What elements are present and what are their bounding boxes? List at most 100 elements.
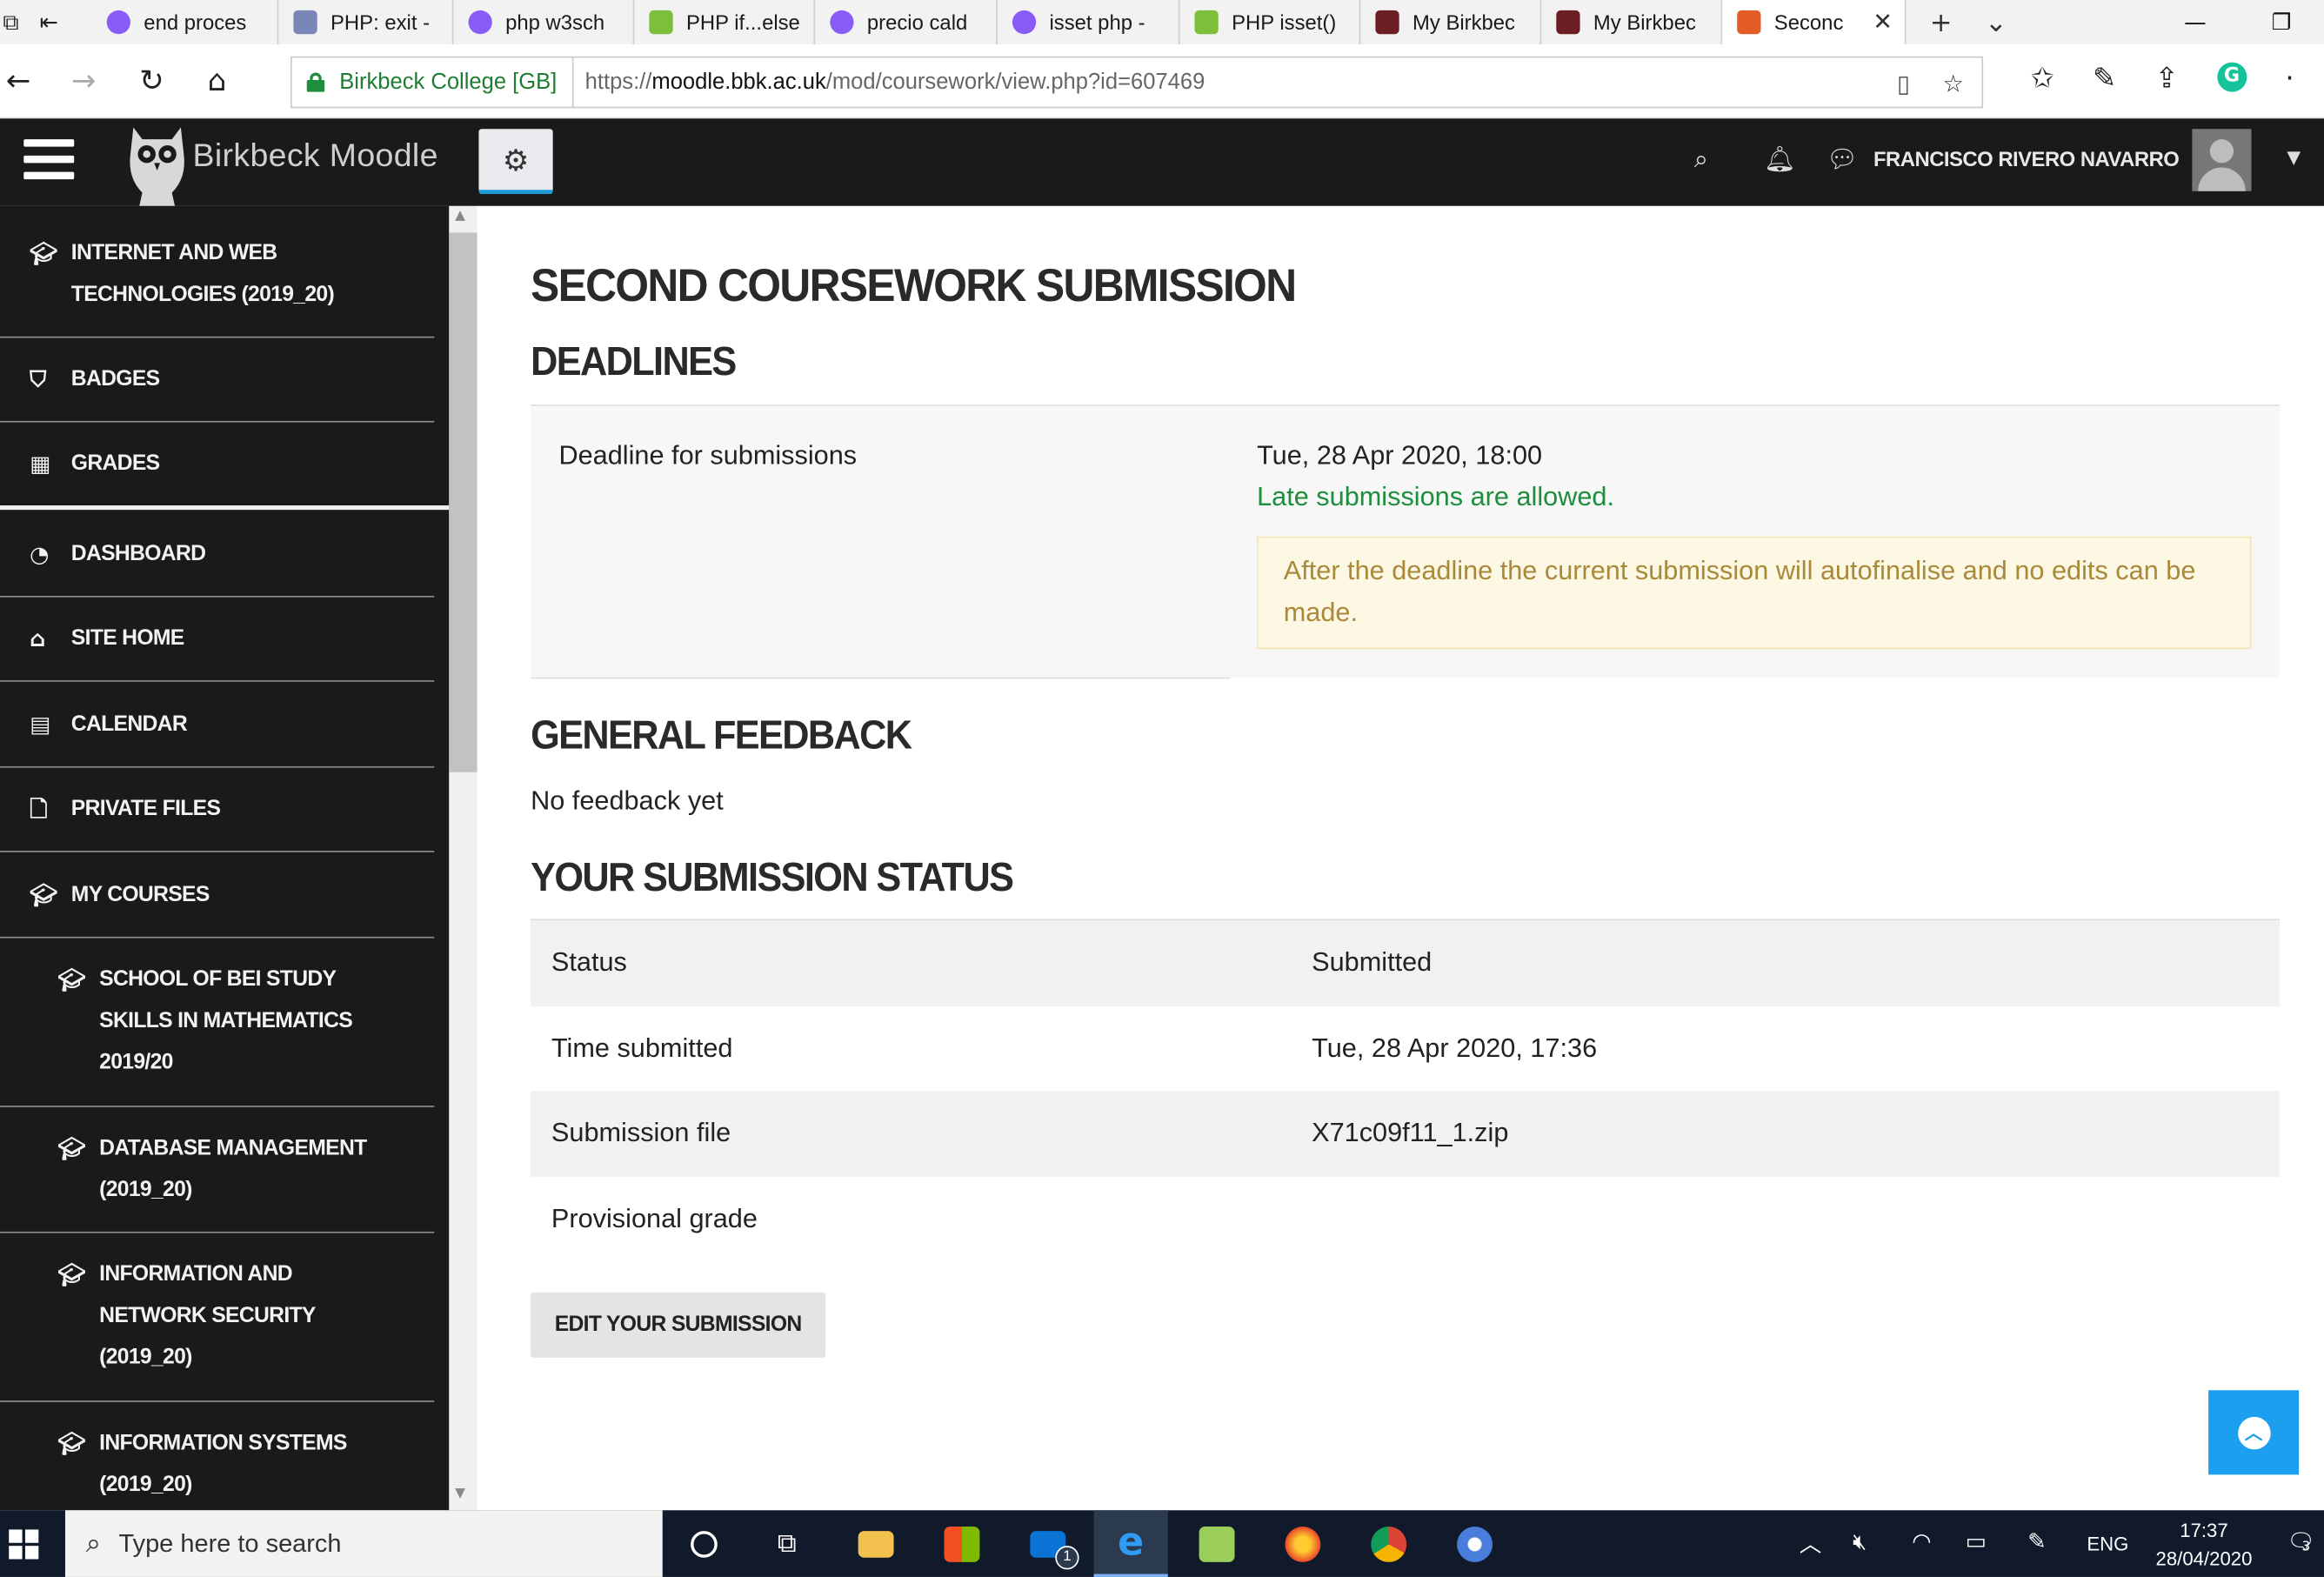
back-to-top-button[interactable]: ︿ bbox=[2208, 1390, 2300, 1475]
store-icon[interactable] bbox=[925, 1510, 998, 1577]
page-title: SECOND COURSEWORK SUBMISSION bbox=[531, 259, 1297, 311]
hamburger-menu-icon[interactable] bbox=[23, 139, 75, 181]
sidebar-item-course[interactable]: 🎓︎ INFORMATION AND NETWORK SECURITY (201… bbox=[0, 1233, 435, 1402]
close-tab-icon[interactable]: ✕ bbox=[1873, 8, 1893, 36]
system-clock[interactable]: 17:37 28/04/2020 bbox=[2152, 1516, 2255, 1573]
scroll-up-icon[interactable]: ▲ bbox=[455, 209, 465, 224]
new-tab-icon[interactable]: + bbox=[1930, 7, 1953, 38]
tab-list-chevron-down-icon[interactable]: ⌄ bbox=[1985, 7, 2007, 38]
sidebar-item-badges[interactable]: ⛉ BADGES bbox=[0, 337, 435, 423]
chrome-icon[interactable] bbox=[1352, 1510, 1426, 1577]
user-menu-chevron-down-icon[interactable]: ▼ bbox=[2287, 147, 2301, 168]
chromium-icon[interactable] bbox=[1438, 1510, 1512, 1577]
scroll-down-icon[interactable]: ▼ bbox=[455, 1487, 465, 1501]
back-icon[interactable]: ← bbox=[6, 63, 31, 98]
url-text[interactable]: https://moodle.bbk.ac.uk/mod/coursework/… bbox=[573, 70, 1205, 95]
tab-title: PHP: exit - bbox=[331, 10, 431, 35]
volume-muted-icon[interactable]: 🔇︎ bbox=[1853, 1528, 1867, 1555]
browser-tab[interactable]: PHP if...else bbox=[634, 0, 816, 45]
browser-tab[interactable]: My Birkbec bbox=[1541, 0, 1723, 45]
task-view-icon[interactable]: ⧉ bbox=[750, 1510, 824, 1577]
site-identity[interactable]: Birkbeck College [GB] bbox=[339, 56, 574, 109]
sidebar-item-label: DATABASE MANAGEMENT (2019_20) bbox=[99, 1136, 367, 1202]
favorites-icon[interactable]: ✩ bbox=[2031, 63, 2054, 95]
deadline-date: Tue, 28 Apr 2020, 18:00 bbox=[1257, 440, 1543, 471]
sidebar-item-current-course[interactable]: 🎓︎ INTERNET AND WEB TECHNOLOGIES (2019_2… bbox=[0, 206, 435, 338]
site-brand[interactable]: Birkbeck Moodle bbox=[193, 137, 438, 175]
late-submission-note: Late submissions are allowed. bbox=[1257, 481, 1615, 511]
browser-tab[interactable]: My Birkbec bbox=[1360, 0, 1542, 45]
pen-icon[interactable]: ✎ bbox=[2093, 63, 2116, 95]
notification-center-icon[interactable]: 🗨︎ 3 bbox=[2287, 1528, 2314, 1555]
notification-count: 3 bbox=[2301, 1540, 2311, 1555]
tab-title: isset php - bbox=[1049, 10, 1145, 35]
grammarly-icon[interactable]: G bbox=[2216, 62, 2247, 92]
tray-chevron-up-icon[interactable]: ︿ bbox=[1800, 1528, 1822, 1560]
browser-tab[interactable]: PHP isset() bbox=[1179, 0, 1361, 45]
browser-toolbar: ✩ ✎ ⇪ G · bbox=[2031, 62, 2294, 95]
sidebar-item-label: INTERNET AND WEB TECHNOLOGIES (2019_20) bbox=[70, 241, 335, 307]
battery-icon[interactable]: ▭ bbox=[1966, 1528, 1987, 1555]
url-field[interactable]: Birkbeck College [GB] https://moodle.bbk… bbox=[290, 56, 1984, 109]
refresh-icon[interactable]: ↻ bbox=[139, 63, 164, 98]
tab-preview-icon[interactable]: ⇤ bbox=[40, 9, 58, 36]
notification-bell-icon[interactable]: 🔔︎ bbox=[1764, 145, 1796, 175]
edit-submission-button[interactable]: EDIT YOUR SUBMISSION bbox=[531, 1292, 826, 1358]
sidebar-item-calendar[interactable]: ▤ CALENDAR bbox=[0, 682, 435, 768]
tab-favicon-icon bbox=[468, 10, 492, 35]
browser-tab[interactable]: php w3sch bbox=[453, 0, 635, 45]
browser-tab-active[interactable]: Seconc ✕ bbox=[1722, 0, 1907, 45]
user-name[interactable]: FRANCISCO RIVERO NAVARRO bbox=[1873, 147, 2180, 170]
firefox-icon[interactable] bbox=[1266, 1510, 1339, 1577]
file-explorer-icon[interactable] bbox=[839, 1510, 913, 1577]
browser-tab[interactable]: PHP: exit - bbox=[278, 0, 454, 45]
browser-tab[interactable]: isset php - bbox=[998, 0, 1180, 45]
settings-gear-button[interactable]: ⚙ bbox=[478, 129, 553, 195]
favorite-star-icon[interactable]: ☆ bbox=[1942, 70, 1963, 97]
minimize-icon[interactable]: — bbox=[2184, 9, 2207, 36]
sidebar-item-label: SCHOOL OF BEI STUDY SKILLS IN MATHEMATIC… bbox=[99, 967, 353, 1075]
sidebar-item-label: INFORMATION SYSTEMS (2019_20) bbox=[99, 1431, 347, 1497]
sidebar-item-label: GRADES bbox=[70, 451, 160, 476]
search-icon[interactable]: ⌕ bbox=[1694, 145, 1708, 175]
sidebar-item-private-files[interactable]: 🗋 PRIVATE FILES bbox=[0, 768, 435, 852]
sidebar-item-dashboard[interactable]: ◔ DASHBOARD bbox=[0, 511, 435, 598]
taskbar-search-input[interactable]: ⌕ Type here to search bbox=[64, 1510, 663, 1577]
tab-set-aside-icon[interactable]: ⧉ bbox=[3, 9, 18, 36]
more-icon[interactable]: · bbox=[2285, 63, 2294, 95]
sidebar-item-course[interactable]: 🎓︎ DATABASE MANAGEMENT (2019_20) bbox=[0, 1107, 435, 1233]
graduation-cap-icon: 🎓︎ bbox=[30, 240, 57, 267]
tab-favicon-icon bbox=[1737, 10, 1761, 35]
messages-icon[interactable]: 💬︎ bbox=[1826, 145, 1858, 175]
sidebar-item-course[interactable]: 🎓︎ SCHOOL OF BEI STUDY SKILLS IN MATHEMA… bbox=[0, 939, 435, 1107]
sidebar-scrollbar-thumb[interactable] bbox=[449, 232, 477, 772]
sidebar-item-my-courses[interactable]: 🎓︎ MY COURSES bbox=[0, 852, 435, 939]
language-indicator[interactable]: ENG bbox=[2087, 1533, 2128, 1555]
edge-icon[interactable]: e bbox=[1093, 1510, 1168, 1577]
notepad-icon[interactable] bbox=[1179, 1510, 1253, 1577]
cortana-icon[interactable] bbox=[667, 1510, 741, 1577]
submission-file-link[interactable]: X71c09f11_1.zip bbox=[1312, 1118, 1508, 1149]
forward-icon[interactable]: → bbox=[71, 63, 97, 98]
avatar[interactable] bbox=[2192, 129, 2252, 191]
tab-title: php w3sch bbox=[505, 10, 605, 35]
window-controls: — ❐ bbox=[2184, 0, 2324, 44]
sidebar-nav: 🎓︎ INTERNET AND WEB TECHNOLOGIES (2019_2… bbox=[0, 205, 450, 1511]
pen-workspace-icon[interactable]: ✎ bbox=[2027, 1528, 2046, 1555]
restore-icon[interactable]: ❐ bbox=[2272, 9, 2292, 36]
deadlines-heading: DEADLINES bbox=[531, 339, 737, 384]
sidebar-item-label: PRIVATE FILES bbox=[70, 797, 221, 821]
share-icon[interactable]: ⇪ bbox=[2154, 63, 2178, 95]
sidebar-item-grades[interactable]: ▦ GRADES bbox=[0, 423, 434, 507]
home-icon[interactable]: ⌂ bbox=[208, 63, 227, 98]
mail-icon[interactable]: 1 bbox=[1011, 1510, 1085, 1577]
windows-taskbar: ⌕ Type here to search ⧉ 1 e ︿ 🔇︎ ◠ ▭ ✎ E… bbox=[0, 1510, 2324, 1577]
tab-favicon-icon bbox=[1556, 10, 1580, 35]
browser-tab[interactable]: precio cald bbox=[815, 0, 998, 45]
browser-tab[interactable]: end proces bbox=[92, 0, 279, 45]
wifi-icon[interactable]: ◠ bbox=[1912, 1528, 1931, 1555]
reading-view-icon[interactable]: ▯ bbox=[1897, 70, 1910, 97]
sidebar-item-site-home[interactable]: ⌂ SITE HOME bbox=[0, 598, 435, 682]
windows-start-icon[interactable] bbox=[9, 1529, 39, 1560]
sidebar-item-course[interactable]: 🎓︎ INFORMATION SYSTEMS (2019_20) bbox=[0, 1402, 434, 1510]
